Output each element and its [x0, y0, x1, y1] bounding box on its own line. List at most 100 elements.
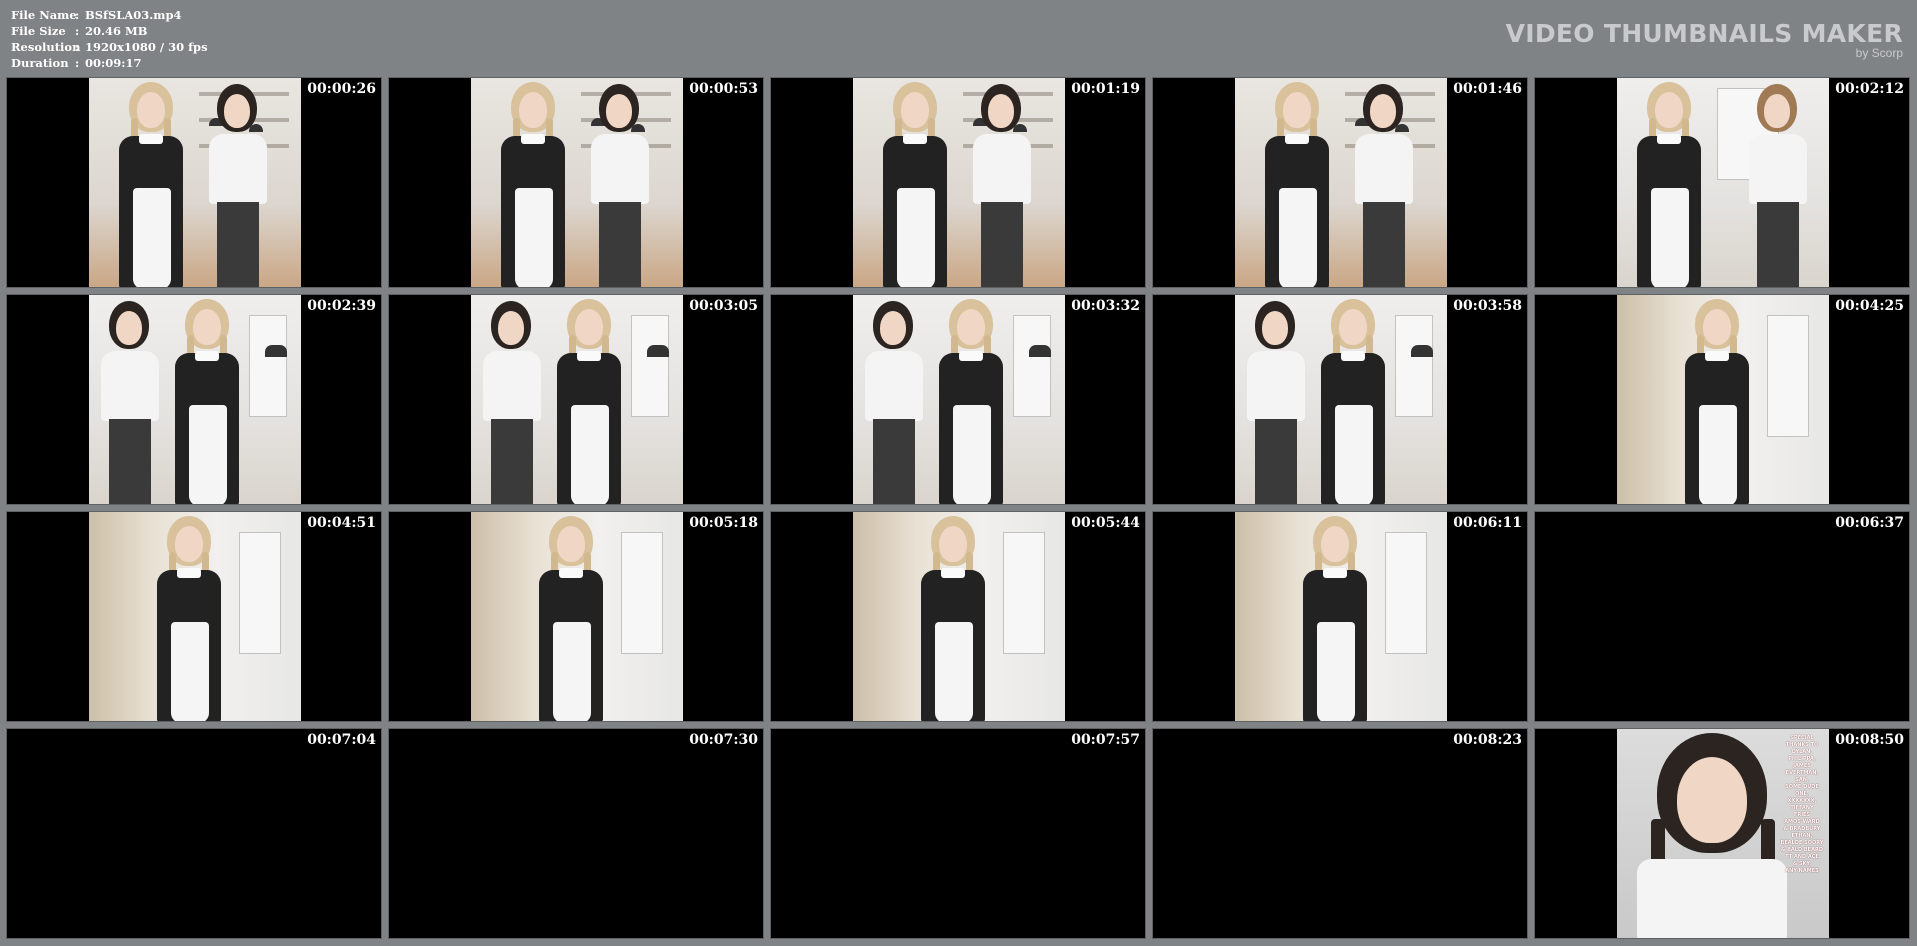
timestamp: 00:02:12	[1835, 81, 1904, 97]
face	[498, 311, 524, 345]
thumbnail-frame-image	[89, 512, 301, 721]
floor-lamp	[1029, 345, 1051, 357]
trousers	[873, 419, 915, 504]
apron	[1651, 188, 1689, 287]
timestamp: 00:08:23	[1453, 732, 1522, 748]
face	[606, 94, 632, 128]
info-row: Resolution:1920x1080 / 30 fps	[11, 39, 208, 55]
info-row: Duration:00:09:17	[11, 55, 208, 71]
floor-lamp	[647, 345, 669, 357]
window	[631, 315, 669, 417]
brand-watermark: VIDEO THUMBNAILS MAKER by Scorp	[1505, 19, 1903, 60]
face	[1321, 526, 1349, 562]
thumbnail[interactable]: 00:04:25	[1534, 294, 1910, 505]
timestamp: 00:08:50	[1835, 732, 1904, 748]
credits-line: & SKY,	[1792, 861, 1812, 867]
credits-line: XXXXXXX,	[1787, 798, 1817, 804]
thumbnail[interactable]: 00:07:57	[770, 728, 1146, 939]
thumbnail[interactable]: 00:06:11	[1152, 511, 1528, 722]
credits-line: FRIES	[1793, 812, 1811, 818]
thumbnail[interactable]: 00:02:12	[1534, 77, 1910, 288]
credits-line: TT AND ACE	[1785, 854, 1819, 860]
timestamp: 00:07:30	[689, 732, 758, 748]
shirt	[1247, 351, 1305, 421]
shirt	[973, 134, 1031, 204]
timestamp: 00:04:51	[307, 515, 376, 531]
collar	[1285, 134, 1309, 144]
timestamp: 00:02:39	[307, 298, 376, 314]
info-separator: :	[75, 56, 80, 70]
trousers	[109, 419, 151, 504]
thumbnail[interactable]: 00:03:58	[1152, 294, 1528, 505]
thumbnail[interactable]: SPECIAL THANKS TO DYLAN, PHILIPPA, JAMES EV…	[1534, 728, 1910, 939]
thumbnail[interactable]: 00:07:30	[388, 728, 764, 939]
face	[1283, 92, 1311, 128]
thumbnail[interactable]: 00:05:18	[388, 511, 764, 722]
window	[1013, 315, 1051, 417]
credits-text: SPECIAL THANKS TO DYLAN, PHILIPPA, JAMES EV…	[1779, 735, 1825, 875]
collar	[959, 351, 983, 361]
face	[901, 92, 929, 128]
thumbnail[interactable]: 00:00:26	[6, 77, 382, 288]
shirt	[101, 351, 159, 421]
timestamp: 00:06:37	[1835, 515, 1904, 531]
thumbnail[interactable]: 00:06:37	[1534, 511, 1910, 722]
credits-line: JAMES EVERTMAN,	[1785, 763, 1819, 776]
apron	[1279, 188, 1317, 287]
thumbnail[interactable]: 00:01:46	[1152, 77, 1528, 288]
credits-line: ETHAN,	[1791, 833, 1813, 839]
thumbnail-frame-image	[1617, 78, 1829, 287]
thumbnail-frame-image	[1235, 78, 1447, 287]
thumbnail-frame-image: SPECIAL THANKS TO DYLAN, PHILIPPA, JAMES EV…	[1617, 729, 1829, 938]
thumbnail[interactable]: 00:00:53	[388, 77, 764, 288]
info-label: Resolution	[11, 40, 81, 54]
shirt	[1749, 134, 1807, 204]
trousers	[981, 202, 1023, 287]
collar	[1341, 351, 1365, 361]
face	[116, 311, 142, 345]
shirt	[865, 351, 923, 421]
info-value: 1920x1080 / 30 fps	[85, 40, 208, 54]
shirt	[483, 351, 541, 421]
face	[557, 526, 585, 562]
apron	[935, 622, 973, 721]
apron	[1699, 405, 1737, 504]
timestamp: 00:03:05	[689, 298, 758, 314]
brand-title: VIDEO THUMBNAILS MAKER	[1505, 19, 1903, 48]
thumbnail-grid: 00:00:26 00:00:53 00:01:19 00:01:46 00:02:12…	[6, 77, 1910, 939]
timestamp: 00:05:44	[1071, 515, 1140, 531]
timestamp: 00:07:57	[1071, 732, 1140, 748]
timestamp: 00:04:25	[1835, 298, 1904, 314]
credits-line: SOME DUDE ONE,	[1785, 784, 1819, 797]
face	[1703, 309, 1731, 345]
face	[1370, 94, 1396, 128]
thumbnail[interactable]: 00:05:44	[770, 511, 1146, 722]
collar	[559, 568, 583, 578]
thumbnail[interactable]: 00:03:32	[770, 294, 1146, 505]
window	[1385, 532, 1427, 654]
credits-line: AMOS WARD	[1784, 819, 1820, 825]
header: File Name: BSfSLA03.mp4 File Size:20.46 MB…	[0, 0, 1917, 76]
info-value: BSfSLA03.mp4	[85, 8, 182, 22]
thumbnail[interactable]: 00:01:19	[770, 77, 1146, 288]
thumbnail[interactable]: 00:08:23	[1152, 728, 1528, 939]
timestamp: 00:03:32	[1071, 298, 1140, 314]
collar	[1323, 568, 1347, 578]
credits-line: DYLAN,	[1791, 749, 1813, 755]
collar	[177, 568, 201, 578]
face	[1764, 94, 1790, 128]
thumbnail[interactable]: 00:03:05	[388, 294, 764, 505]
thumbnail[interactable]: 00:07:04	[6, 728, 382, 939]
collar	[1657, 134, 1681, 144]
brand-subtitle: by Scorp	[1855, 46, 1903, 60]
thumbnail[interactable]: 00:04:51	[6, 511, 382, 722]
timestamp: 00:00:53	[689, 81, 758, 97]
window	[1395, 315, 1433, 417]
apron	[1335, 405, 1373, 504]
timestamp: 00:03:58	[1453, 298, 1522, 314]
credits-line: SAN,	[1795, 777, 1809, 783]
face	[137, 92, 165, 128]
collar	[1705, 351, 1729, 361]
thumbnail[interactable]: 00:02:39	[6, 294, 382, 505]
timestamp: 00:00:26	[307, 81, 376, 97]
